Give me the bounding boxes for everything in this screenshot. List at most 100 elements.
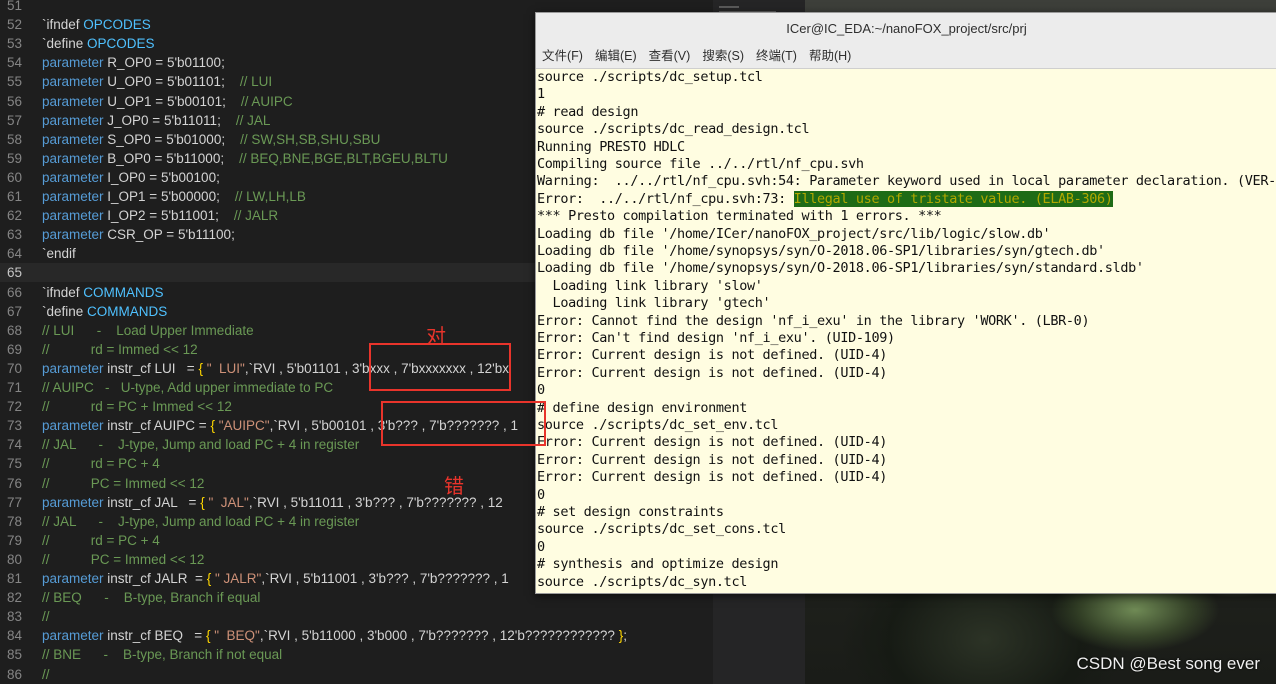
line-number: 70 (6, 360, 22, 376)
menu-edit[interactable]: 编辑(E) (589, 44, 643, 68)
code-line[interactable]: 72 // rd = PC + Immed << 12 (0, 397, 232, 416)
code-token: parameter (42, 494, 104, 510)
line-number: 56 (6, 93, 22, 109)
line-number: 59 (6, 150, 22, 166)
line-number: 65 (6, 265, 22, 281)
code-line[interactable]: 61 parameter I_OP1 = 5'b00000; // LW,LH,L… (0, 187, 306, 206)
code-line[interactable]: 63 parameter CSR_OP = 5'b11100; (0, 225, 235, 244)
line-number: 52 (6, 17, 22, 33)
code-line[interactable]: 62 parameter I_OP2 = 5'b11001; // JALR (0, 206, 278, 225)
code-token: ; (623, 628, 627, 644)
code-line[interactable]: 81 parameter instr_cf JALR = { " JALR",`R… (0, 569, 509, 588)
code-line[interactable]: 53 `define OPCODES (0, 34, 155, 53)
code-token: // (42, 609, 50, 625)
terminal-line-text: Error: Current design is not defined. (U… (537, 451, 887, 468)
csdn-watermark: CSDN @Best song ever (1076, 654, 1260, 673)
terminal-line: Loading db file '/home/synopsys/syn/O-20… (537, 260, 1144, 277)
terminal-window[interactable]: ICer@IC_EDA:~/nanoFOX_project/src/prj 文件… (535, 12, 1276, 594)
code-token: // rd = Immed << 12 (42, 341, 198, 357)
code-line[interactable]: 79 // rd = PC + 4 (0, 531, 160, 550)
terminal-line: Error: Current design is not defined. (U… (537, 365, 887, 382)
menu-file[interactable]: 文件(F) (536, 44, 589, 68)
code-line[interactable]: 76 // PC = Immed << 12 (0, 474, 204, 493)
terminal-line-text: source ./scripts/dc_set_env.tcl (537, 417, 779, 433)
line-number: 58 (6, 131, 22, 147)
terminal-line: # set design constraints (537, 504, 724, 521)
line-number: 83 (6, 609, 22, 625)
code-token: parameter (42, 131, 104, 147)
code-token: // JAL - J-type, Jump and load PC + 4 in… (42, 437, 360, 453)
code-line[interactable]: 71 // AUIPC - U-type, Add upper immediate… (0, 378, 333, 397)
menu-view[interactable]: 查看(V) (643, 44, 697, 68)
code-line[interactable]: 69 // rd = Immed << 12 (0, 340, 198, 359)
code-line[interactable]: 52 `ifndef OPCODES (0, 15, 151, 34)
code-line[interactable]: 68 // LUI - Load Upper Immediate (0, 321, 254, 340)
terminal-output[interactable]: source ./scripts/dc_setup.tcl 1 # read des… (536, 69, 1276, 593)
terminal-line-text: Compiling source file ../../rtl/nf_cpu.s… (537, 156, 864, 172)
highlighted-error-text: Illegal use of tristate value. (ELAB-306… (793, 190, 1113, 207)
terminal-line-text: # read design (537, 103, 639, 120)
code-line[interactable]: 82 // BEQ - B-type, Branch if equal (0, 588, 260, 607)
terminal-line: 0 (537, 382, 545, 399)
menu-terminal[interactable]: 终端(T) (750, 44, 803, 68)
code-line[interactable]: 83 // (0, 607, 50, 626)
code-token: `define (42, 303, 88, 319)
code-token: J_OP0 = 5'b11011; (103, 112, 236, 128)
wrong-annotation-label: 错 (444, 474, 464, 498)
code-line[interactable]: 64 `endif (0, 244, 76, 263)
code-line[interactable]: 51 (0, 0, 42, 15)
terminal-line: # read design (537, 104, 638, 121)
terminal-line-text: Error: ../../rtl/nf_cpu.svh:73: (537, 190, 794, 207)
line-number: 85 (6, 647, 22, 663)
code-line[interactable]: 56 parameter U_OP1 = 5'b00101; // AUIPC (0, 92, 293, 111)
terminal-line-text: source ./scripts/dc_set_cons.tcl (537, 521, 786, 538)
terminal-line: Error: Can't find design 'nf_i_exu'. (UI… (537, 330, 895, 347)
code-line[interactable]: 85 // BNE - B-type, Branch if not equal (0, 645, 282, 664)
code-line[interactable]: 75 // rd = PC + 4 (0, 454, 160, 473)
line-number: 60 (6, 169, 22, 185)
code-line[interactable]: 77 parameter instr_cf JAL = { " JAL",`RVI… (0, 493, 503, 512)
terminal-line-text: Loading db file '/home/synopsys/syn/O-20… (537, 243, 1105, 259)
code-token: ,`RVI , 5'b11000 , 3'b000 , 7'b??????? ,… (259, 628, 619, 644)
code-line[interactable]: 86 // (0, 665, 50, 684)
code-line[interactable]: 54 parameter R_OP0 = 5'b01100; (0, 53, 225, 72)
code-token: U_OP1 = 5'b00101; (103, 93, 241, 109)
code-line[interactable]: 74 // JAL - J-type, Jump and load PC + 4 … (0, 435, 359, 454)
menu-help[interactable]: 帮助(H) (803, 44, 857, 68)
code-token: parameter (42, 418, 104, 434)
code-token: OPCODES (87, 36, 155, 52)
code-token: parameter (42, 93, 104, 109)
code-line[interactable]: 80 // PC = Immed << 12 (0, 550, 204, 569)
code-line[interactable]: 57 parameter J_OP0 = 5'b11011; // JAL (0, 111, 270, 130)
menu-search[interactable]: 搜索(S) (696, 44, 750, 68)
code-token: // BNE - B-type, Branch if not equal (42, 647, 283, 663)
line-number: 69 (6, 341, 22, 357)
code-line[interactable]: 60 parameter I_OP0 = 5'b00100; (0, 168, 220, 187)
terminal-line: # synthesis and optimize design (537, 556, 778, 573)
minimap-line (719, 6, 739, 8)
code-line[interactable]: 67 `define COMMANDS (0, 302, 167, 321)
code-token: parameter (42, 571, 104, 586)
code-token: ,`RVI , 5'b11011 , 3'b??? , 7'b??????? ,… (248, 494, 503, 510)
terminal-line-text: 0 (537, 486, 545, 503)
code-token: ,`RVI , 5'b11001 , 3'b??? , 7'b??????? ,… (261, 571, 509, 586)
terminal-line: source ./scripts/dc_set_env.tcl (537, 417, 778, 434)
correct-annotation-label: 对 (426, 324, 446, 348)
code-line[interactable]: 78 // JAL - J-type, Jump and load PC + 4 … (0, 512, 359, 531)
terminal-title-bar[interactable]: ICer@IC_EDA:~/nanoFOX_project/src/prj (536, 13, 1276, 45)
code-line[interactable]: 59 parameter B_OP0 = 5'b11000; // BEQ,BNE… (0, 149, 448, 168)
code-token: // LUI - Load Upper Immediate (42, 322, 254, 338)
code-line[interactable]: 84 parameter instr_cf BEQ = { " BEQ",`RVI… (0, 626, 627, 645)
code-token: COMMANDS (83, 284, 164, 300)
terminal-line: # define design environment (537, 400, 747, 417)
line-number: 62 (6, 208, 22, 224)
code-token: " JALR" (211, 571, 262, 586)
line-number: 53 (6, 36, 22, 52)
line-number: 75 (6, 456, 22, 472)
code-line[interactable]: 66 `ifndef COMMANDS (0, 283, 164, 302)
line-number: 84 (6, 628, 22, 644)
terminal-line: Error: Current design is not defined. (U… (537, 434, 887, 451)
code-token: // JAL - J-type, Jump and load PC + 4 in… (42, 513, 360, 529)
code-line[interactable]: 58 parameter S_OP0 = 5'b01000; // SW,SH,S… (0, 130, 380, 149)
code-line[interactable]: 55 parameter U_OP0 = 5'b01101; // LUI (0, 72, 272, 91)
